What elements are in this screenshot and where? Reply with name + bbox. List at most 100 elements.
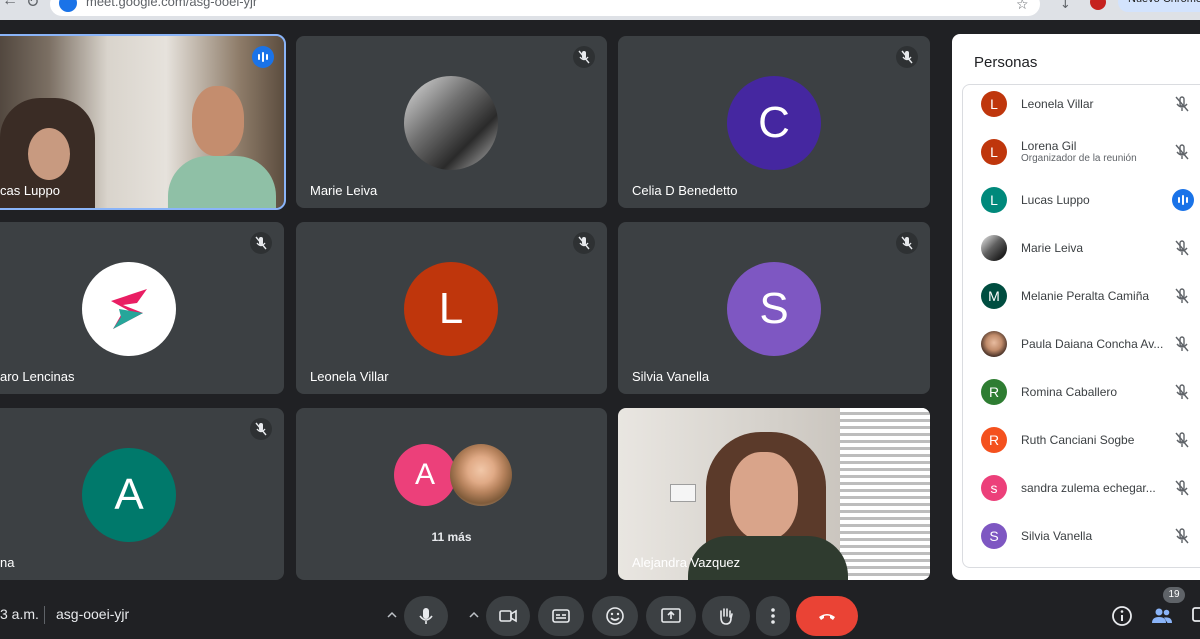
speaking-indicator-icon	[252, 46, 274, 68]
video-tile-silvia-vanella[interactable]: S Silvia Vanella	[618, 222, 930, 394]
participant-name: Marie Leiva	[1021, 241, 1084, 255]
chat-icon	[1192, 607, 1200, 622]
participant-row[interactable]: Paula Daiana Concha Av...	[963, 325, 1200, 373]
participant-name: Silvia Vanella	[1021, 529, 1093, 543]
download-icon[interactable]: ↧	[1060, 0, 1071, 12]
participant-row[interactable]: M Melanie Peralta Camiña	[963, 277, 1200, 325]
bookmark-star-icon[interactable]: ☆	[1016, 0, 1029, 13]
participant-name: Ruth Canciani Sogbe	[1021, 433, 1135, 447]
muted-mic-icon	[573, 46, 595, 68]
chat-button[interactable]	[1190, 604, 1200, 628]
emoji-button[interactable]	[592, 596, 638, 636]
new-chrome-button[interactable]: Nuevo Chrome	[1118, 0, 1200, 12]
muted-mic-icon	[1171, 285, 1193, 307]
info-icon	[1112, 606, 1132, 626]
person-video-face	[730, 452, 798, 540]
avatar-initial: A	[82, 448, 176, 542]
people-icon	[1152, 608, 1172, 623]
participant-avatar: R	[981, 427, 1007, 453]
participant-row[interactable]: R Ruth Canciani Sogbe	[963, 421, 1200, 469]
muted-mic-icon	[1171, 525, 1193, 547]
person-video-man	[168, 156, 276, 208]
emoji-icon	[606, 607, 624, 625]
participant-avatar: R	[981, 379, 1007, 405]
microphone-icon	[419, 608, 433, 624]
end-call-button[interactable]	[796, 596, 858, 636]
chevron-up-icon[interactable]	[384, 607, 400, 623]
people-panel: Personas L Leonela Villar L Lorena Gil O…	[952, 34, 1200, 580]
speaking-indicator-icon	[1172, 189, 1194, 211]
video-tile-alvaro-lencinas[interactable]: aro Lencinas	[0, 222, 284, 394]
video-tile-lucas-luppo[interactable]: cas Luppo	[0, 34, 286, 210]
avatar-initial: S	[727, 262, 821, 356]
muted-mic-icon	[250, 232, 272, 254]
participant-row[interactable]: L Leonela Villar	[963, 85, 1200, 133]
muted-mic-icon	[896, 232, 918, 254]
participant-row[interactable]: R Romina Caballero	[963, 373, 1200, 421]
tile-name: Leonela Villar	[310, 369, 389, 384]
participant-row[interactable]: s sandra zulema echegar...	[963, 469, 1200, 517]
muted-mic-icon	[250, 418, 272, 440]
participant-name: Romina Caballero	[1021, 385, 1118, 399]
participant-row[interactable]: S Silvia Vanella	[963, 517, 1200, 565]
present-screen-icon	[661, 608, 681, 623]
tile-name: na	[0, 555, 15, 570]
profile-avatar[interactable]	[1090, 0, 1106, 10]
avatar-initial: A	[394, 444, 456, 506]
chevron-up-icon[interactable]	[466, 607, 482, 623]
tile-name: cas Luppo	[0, 183, 60, 198]
avatar-initial: C	[727, 76, 821, 170]
muted-mic-icon	[1171, 429, 1193, 451]
more-participants-label: 11 más	[431, 530, 472, 544]
profile-photo-participant	[450, 444, 512, 506]
participant-avatar: L	[981, 187, 1007, 213]
reload-icon[interactable]: ↻	[26, 0, 39, 12]
participant-row[interactable]: Marie Leiva	[963, 229, 1200, 277]
more-options-button[interactable]	[756, 596, 790, 636]
person-video-face-man	[192, 86, 244, 156]
participant-avatar: M	[981, 283, 1007, 309]
raise-hand-button[interactable]	[702, 596, 750, 636]
participant-avatar: L	[981, 139, 1007, 165]
site-info-icon[interactable]	[59, 0, 77, 12]
participant-name: Lorena Gil	[1021, 139, 1077, 153]
video-tile-more-participants[interactable]: A 11 más	[296, 408, 607, 580]
video-tile-alejandra-vazquez[interactable]: Alejandra Vazquez	[618, 408, 930, 580]
muted-mic-icon	[896, 46, 918, 68]
meeting-code: asg-ooei-yjr	[56, 606, 130, 622]
people-list[interactable]: L Leonela Villar L Lorena Gil Organizado…	[962, 84, 1200, 568]
participant-count-badge: 19	[1163, 587, 1185, 603]
meeting-time: 3 a.m.	[0, 606, 39, 622]
muted-mic-icon	[1171, 141, 1193, 163]
video-tile-celia-d-benedetto[interactable]: C Celia D Benedetto	[618, 36, 930, 208]
profile-logo-avatar	[82, 262, 176, 356]
info-button[interactable]	[1110, 604, 1134, 628]
microphone-button[interactable]	[404, 596, 448, 636]
participant-avatar: S	[981, 523, 1007, 549]
address-bar[interactable]: meet.google.com/asg-ooei-yjr	[50, 0, 1040, 16]
captions-button[interactable]	[538, 596, 584, 636]
video-tile-leonela-villar[interactable]: L Leonela Villar	[296, 222, 607, 394]
end-call-icon	[819, 614, 835, 620]
participant-name: sandra zulema echegar...	[1021, 481, 1156, 495]
participant-name: Leonela Villar	[1021, 97, 1094, 111]
person-video-face-woman	[28, 128, 70, 180]
participant-name: Paula Daiana Concha Av...	[1021, 337, 1164, 351]
participant-row[interactable]: L Lorena Gil Organizador de la reunión	[963, 133, 1200, 181]
people-button[interactable]	[1150, 604, 1174, 628]
camera-button[interactable]	[486, 596, 530, 636]
profile-photo-marie-leiva	[404, 76, 498, 170]
participant-name: Lucas Luppo	[1021, 193, 1090, 207]
participant-avatar: L	[981, 91, 1007, 117]
video-tile-romina[interactable]: A na	[0, 408, 284, 580]
muted-mic-icon	[1171, 333, 1193, 355]
muted-mic-icon	[1171, 477, 1193, 499]
panel-title: Personas	[974, 54, 1038, 71]
muted-mic-icon	[573, 232, 595, 254]
back-icon[interactable]: ←	[2, 0, 18, 10]
present-screen-button[interactable]	[646, 596, 696, 636]
divider	[44, 606, 45, 624]
muted-mic-icon	[1171, 93, 1193, 115]
video-tile-marie-leiva[interactable]: Marie Leiva	[296, 36, 607, 208]
participant-row[interactable]: L Lucas Luppo	[963, 181, 1200, 229]
